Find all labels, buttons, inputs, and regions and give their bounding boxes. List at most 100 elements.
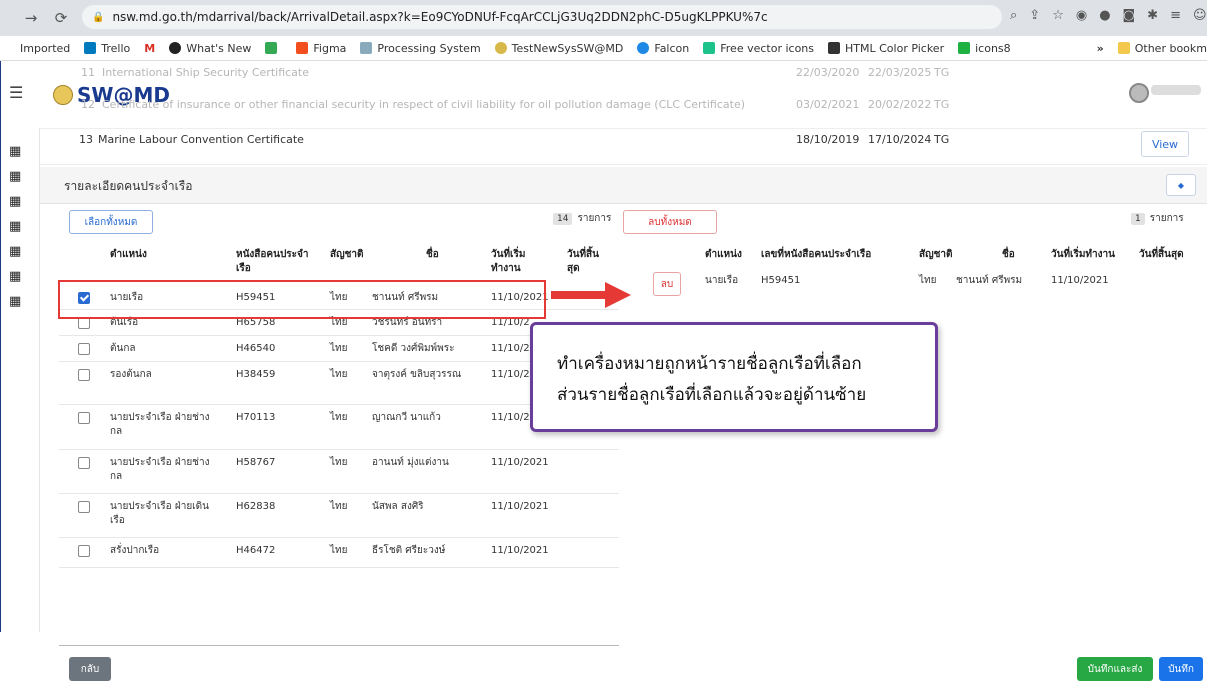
right-count-label: รายการ xyxy=(1149,213,1184,224)
bookmark-gmail[interactable]: M xyxy=(144,42,155,55)
bookmark-icons8[interactable]: icons8 xyxy=(958,42,1011,55)
row-checkbox[interactable] xyxy=(78,412,90,424)
view-button[interactable]: View xyxy=(1141,131,1189,157)
bookmark-freevector[interactable]: Free vector icons xyxy=(703,42,814,55)
toolbar-icons: ⌕ ⇪ ☆ ◉ ● ◙ ✱ ≡ ☺ xyxy=(1010,8,1207,23)
left-rail: ▦ ▦ ▦ ▦ ▦ ▦ ▦ xyxy=(1,128,40,632)
crew-book-no: H62838 xyxy=(236,501,276,512)
trello-icon xyxy=(84,42,97,54)
right-header-nation: สัญชาติ xyxy=(919,249,953,260)
bookmark-testnewsys[interactable]: TestNewSysSW@MD xyxy=(494,42,623,55)
bookmark-trello[interactable]: Trello xyxy=(84,42,130,55)
bookmark-other[interactable]: Other bookm xyxy=(1117,42,1207,55)
crew-position: นายประจำเรือ ฝ่ายช่างกล xyxy=(110,412,210,437)
grid-icon[interactable]: ▦ xyxy=(9,245,21,258)
row-divider xyxy=(59,493,619,494)
grid-icon[interactable]: ▦ xyxy=(9,145,21,158)
grid-icon[interactable]: ▦ xyxy=(9,220,21,233)
select-all-button[interactable]: เลือกทั้งหมด xyxy=(69,210,153,234)
bookmark-processing[interactable]: Processing System xyxy=(360,42,481,55)
drive-icon xyxy=(265,42,278,54)
star-icon[interactable]: ☆ xyxy=(1052,8,1064,23)
save-button[interactable]: บันทึก xyxy=(1159,657,1203,681)
figma-icon xyxy=(296,42,309,54)
right-header-end: วันที่สิ้นสุด xyxy=(1139,249,1184,260)
crew-position: รองต้นกล xyxy=(110,369,152,380)
bookmark-colorpicker[interactable]: HTML Color Picker xyxy=(828,42,944,55)
falcon-icon xyxy=(637,42,650,54)
right-row-name: ชานนท์ ศรีพรม xyxy=(956,275,1023,286)
seal-icon xyxy=(494,42,507,54)
crew-position: ต้นกล xyxy=(110,343,136,354)
crew-name: ธีรโชติ ศรียะวงษ์ xyxy=(372,545,446,556)
row-checkbox[interactable] xyxy=(78,457,90,469)
user-name-blurred xyxy=(1151,85,1201,95)
grid-icon[interactable]: ▦ xyxy=(9,170,21,183)
cert-issuer: TG xyxy=(934,133,950,146)
crew-name: ญาณกวี นาแก้ว xyxy=(372,412,441,423)
save-and-send-button[interactable]: บันทึกและส่ง xyxy=(1077,657,1153,681)
menu-list-icon[interactable]: ≡ xyxy=(1170,8,1181,23)
grid-icon[interactable]: ▦ xyxy=(9,195,21,208)
collapse-toggle-icon[interactable]: ◆ xyxy=(1166,174,1196,196)
puzzle-icon[interactable]: ✱ xyxy=(1147,8,1158,23)
crew-start-date: 11/10/2021 xyxy=(491,545,549,556)
grid-icon[interactable]: ▦ xyxy=(9,270,21,283)
lock-icon: 🔒 xyxy=(92,11,105,23)
crew-position: นายประจำเรือ ฝ่ายเดินเรือ xyxy=(110,501,209,526)
extension-icon-2[interactable]: ● xyxy=(1099,8,1110,23)
selected-row-highlight xyxy=(58,280,546,319)
bookmarks-overflow[interactable]: » xyxy=(1097,42,1104,55)
right-header-book: เลขที่หนังสือคนประจำเรือ xyxy=(761,249,872,260)
right-count-number: 1 xyxy=(1131,212,1145,225)
bookmark-figma[interactable]: Figma xyxy=(296,42,346,55)
seal-icon xyxy=(53,85,73,105)
delete-all-button[interactable]: ลบทั้งหมด xyxy=(623,210,717,234)
row-checkbox[interactable] xyxy=(78,501,90,513)
ghost-row-11-by: TG xyxy=(934,66,950,79)
cert-expires: 17/10/2024 xyxy=(868,133,932,146)
row-divider xyxy=(59,537,619,538)
row-checkbox[interactable] xyxy=(78,343,90,355)
delete-row-button[interactable]: ลบ xyxy=(653,272,681,296)
back-button[interactable]: กลับ xyxy=(69,657,111,681)
row-checkbox[interactable] xyxy=(78,369,90,381)
right-header-start: วันที่เริ่มทำงาน xyxy=(1051,249,1115,260)
zoom-icon[interactable]: ⌕ xyxy=(1010,8,1017,23)
grid-icon[interactable]: ▦ xyxy=(9,295,21,308)
bookmark-whatsnew[interactable]: What's New xyxy=(169,42,251,55)
right-count: 1 รายการ xyxy=(1131,211,1184,226)
crew-start-date: 11/10/2021 xyxy=(491,457,549,468)
bookmark-falcon[interactable]: Falcon xyxy=(637,42,689,55)
ghost-row-12-by: TG xyxy=(934,98,950,111)
bookmark-drive[interactable] xyxy=(265,42,282,54)
cert-name: Marine Labour Convention Certificate xyxy=(98,133,304,146)
crew-name: นัสพล สงศิริ xyxy=(372,501,424,512)
bookmark-imported[interactable]: Imported xyxy=(20,42,70,55)
address-bar[interactable]: 🔒 nsw.md.go.th/mdarrival/back/ArrivalDet… xyxy=(82,5,1002,29)
right-row-position: นายเรือ xyxy=(705,275,739,286)
ghost-row-11: 11 International Ship Security Certifica… xyxy=(81,66,309,79)
ghost-row-11-expires: 22/03/2025 xyxy=(868,66,932,79)
row-checkbox[interactable] xyxy=(78,545,90,557)
share-icon[interactable]: ⇪ xyxy=(1029,8,1040,23)
extension-icon[interactable]: ◉ xyxy=(1076,8,1087,23)
processing-icon xyxy=(360,42,373,54)
user-avatar[interactable] xyxy=(1129,83,1149,103)
menu-icon[interactable]: ☰ xyxy=(9,83,23,102)
profile-icon[interactable]: ☺ xyxy=(1193,8,1207,23)
reload-icon[interactable]: ⟳ xyxy=(50,7,72,29)
crew-name: จาตุรงค์ ขลิบสุวรรณ xyxy=(372,369,462,380)
forward-icon[interactable]: → xyxy=(20,7,42,29)
github-icon xyxy=(169,42,182,54)
cert-number: 13 xyxy=(79,133,93,146)
crew-book-no: H58767 xyxy=(236,457,276,468)
crew-position: สรั่งปากเรือ xyxy=(110,545,160,556)
ghost-row-12-issued: 03/02/2021 xyxy=(796,98,860,111)
bookmarks-bar: Imported Trello M What's New Figma Proce… xyxy=(0,36,1207,61)
camera-icon[interactable]: ◙ xyxy=(1123,8,1136,23)
crew-book-no: H38459 xyxy=(236,369,276,380)
crew-nationality: ไทย xyxy=(330,343,348,354)
left-count-label: รายการ xyxy=(577,213,612,224)
instruction-callout: ทำเครื่องหมายถูกหน้ารายชื่อลูกเรือที่เลื… xyxy=(530,322,938,432)
